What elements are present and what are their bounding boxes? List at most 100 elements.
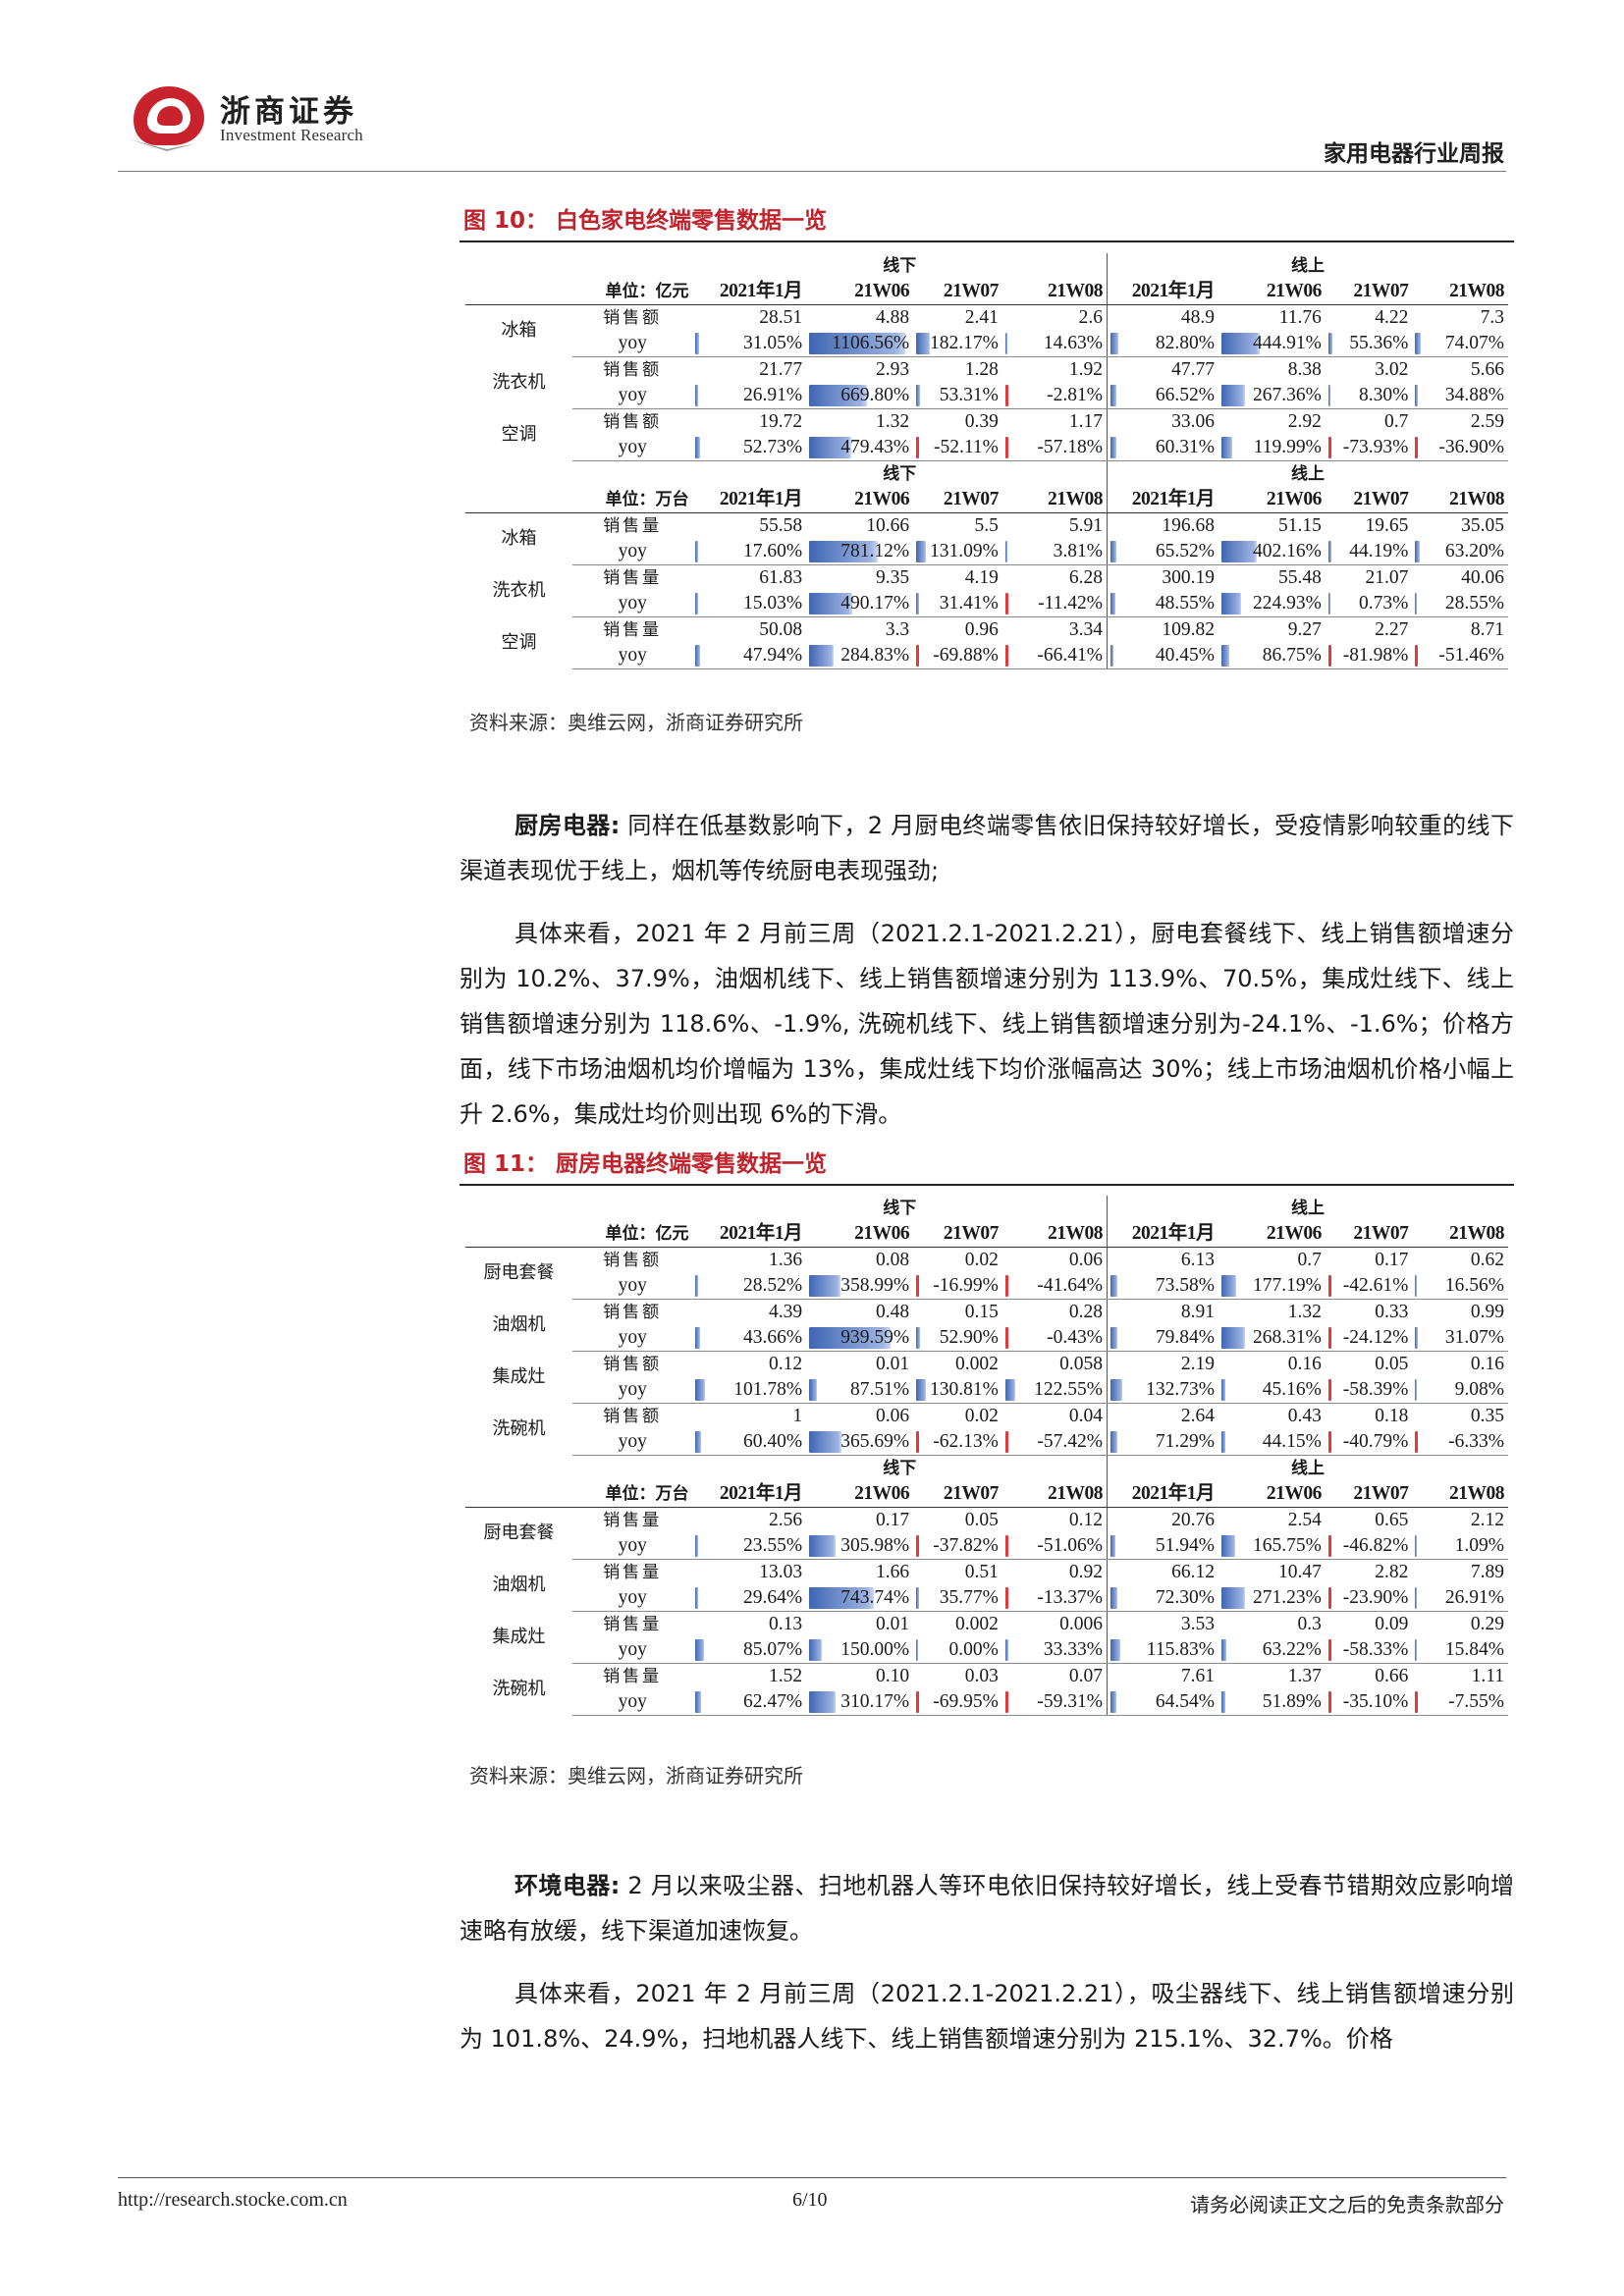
value-cell: 5.5 [974,515,999,536]
value-row: 空调 销售额 19.72 1.32 0.39 1.17 33.06 2.92 0.7 2.59 [465,408,1508,445]
value-cell: 1.52 [769,1666,803,1686]
value-cell: 0.08 [875,1250,910,1270]
yoy-cell: 8.30% [1325,383,1413,409]
positive-bar [1415,1639,1418,1661]
positive-bar [1327,541,1332,562]
positive-bar [1327,593,1330,614]
negative-bar [1327,1431,1331,1453]
value-cell: 9.35 [875,567,910,588]
value-row: 集成灶 销售量 0.13 0.01 0.002 0.006 3.53 0.3 0.09 0.29 [465,1611,1508,1647]
value-cell: 0.17 [875,1510,910,1530]
yoy-value: -59.31% [1037,1691,1103,1712]
yoy-value: 86.75% [1262,645,1322,666]
yoy-value: -58.33% [1342,1639,1409,1660]
unit-label: 单位：亿元 [465,1221,693,1248]
yoy-cell: 74.07% [1412,331,1508,357]
positive-bar [1110,1379,1123,1401]
group-header-row: 线下 线上 [465,1196,1508,1221]
yoy-cell: 55.36% [1325,331,1413,357]
yoy-cell: 490.17% [806,591,914,617]
value-cell: 0.66 [1375,1666,1409,1686]
yoy-value: 130.81% [929,1379,999,1400]
positive-bar [695,1587,698,1609]
value-row: 洗衣机 销售量 61.83 9.35 4.19 6.28 300.19 55.48 21.07 4… [465,564,1508,601]
positive-bar [1415,1535,1418,1557]
yoy-cell: 743.74% [806,1585,914,1612]
yoy-value: 358.99% [840,1275,910,1296]
yoy-value: 31.41% [939,593,999,614]
period-header: 2021年1月 [1107,1221,1218,1248]
yoy-value: -73.93% [1342,437,1409,457]
positive-bar [695,1431,702,1453]
yoy-value: 44.15% [1262,1431,1322,1452]
yoy-value: 305.98% [840,1535,910,1556]
yoy-cell: 33.33% [1001,1637,1108,1664]
yoy-value: 51.89% [1262,1691,1322,1712]
period-header: 21W07 [913,1481,1002,1508]
negative-bar [1327,1379,1331,1401]
value-row: 油烟机 销售量 13.03 1.66 0.51 0.92 66.12 10.47 2.82 7.8… [465,1559,1508,1595]
metric-label: 销售额 [603,1251,663,1270]
yoy-value: -7.55% [1448,1691,1504,1712]
environment-section: 环境电器: 2 月以来吸尘器、扫地机器人等环电依旧保持较好增长，线上受春节错期效… [460,1863,1514,2061]
yoy-cell: -81.98% [1325,643,1413,669]
value-row: 集成灶 销售额 0.12 0.01 0.002 0.058 2.19 0.16 0.05 0.16 [465,1351,1508,1387]
value-cell: 6.28 [1001,564,1108,591]
yoy-cell: 131.09% [913,539,1002,565]
value-row: 洗衣机 销售额 21.77 2.93 1.28 1.92 47.77 8.38 3.02 5.66 [465,356,1508,393]
positive-bar [695,1639,704,1661]
yoy-value: 28.52% [743,1275,803,1296]
yoy-cell: -2.81% [1001,383,1108,409]
yoy-cell: -57.42% [1001,1429,1108,1456]
yoy-cell: 9.08% [1412,1377,1508,1404]
value-cell: 196.68 [1162,515,1215,536]
yoy-cell: 45.16% [1218,1377,1326,1404]
yoy-value: 23.55% [743,1535,803,1556]
yoy-value: -13.37% [1037,1587,1103,1608]
yoy-value: 267.36% [1253,385,1322,405]
category-label: 洗衣机 [492,372,546,393]
yoy-value: -51.06% [1037,1535,1103,1556]
value-cell: 0.33 [1375,1302,1409,1322]
yoy-value: -66.41% [1037,645,1103,666]
yoy-cell: 781.12% [806,539,914,565]
period-header-row: 单位：亿元 2021年1月 21W06 21W07 21W08 2021年1月 21W06 2… [465,1221,1508,1248]
yoy-cell: 63.20% [1412,539,1508,565]
positive-bar [1415,1379,1418,1401]
negative-bar [1327,1275,1331,1297]
category-label: 厨电套餐 [483,1262,555,1284]
yoy-cell: 267.36% [1218,383,1326,409]
unit-label: 单位：万台 [465,487,693,513]
value-cell: 1.28 [964,359,999,380]
positive-bar [1220,645,1229,667]
spacer-cell [465,461,572,488]
positive-bar [916,385,920,406]
yoy-value: 490.17% [840,593,910,614]
value-cell: 2.56 [769,1510,803,1530]
negative-bar [1004,1431,1008,1453]
metric-label: yoy [571,383,693,409]
environment-lead: 环境电器: [514,1872,621,1899]
yoy-row: yoy 17.60% 781.12% 131.09% 3.81% 65.52% 402.16… [465,539,1508,565]
yoy-cell: -0.43% [1001,1325,1108,1352]
value-cell: 3.3 [885,619,910,640]
positive-bar [1004,1379,1016,1401]
period-header: 21W08 [1412,1221,1508,1248]
yoy-value: -16.99% [933,1275,999,1296]
positive-bar [809,1275,840,1297]
yoy-cell: 44.15% [1218,1429,1326,1456]
value-cell: 0.62 [1470,1250,1504,1270]
metric-label: 销售量 [603,1667,663,1686]
yoy-cell: 402.16% [1218,539,1326,565]
yoy-value: 60.31% [1155,437,1215,457]
group-offline: 线下 [692,253,1109,279]
period-header: 2021年1月 [692,1221,807,1248]
value-cell: 0.48 [875,1302,910,1322]
value-cell: 0.05 [1375,1354,1409,1374]
negative-bar [1415,1691,1419,1713]
positive-bar [809,1535,837,1557]
yoy-cell: 52.90% [913,1325,1002,1352]
group-header-row: 线下 线上 [465,1455,1508,1481]
yoy-value: 284.83% [840,645,910,666]
yoy-value: 53.31% [939,385,999,405]
